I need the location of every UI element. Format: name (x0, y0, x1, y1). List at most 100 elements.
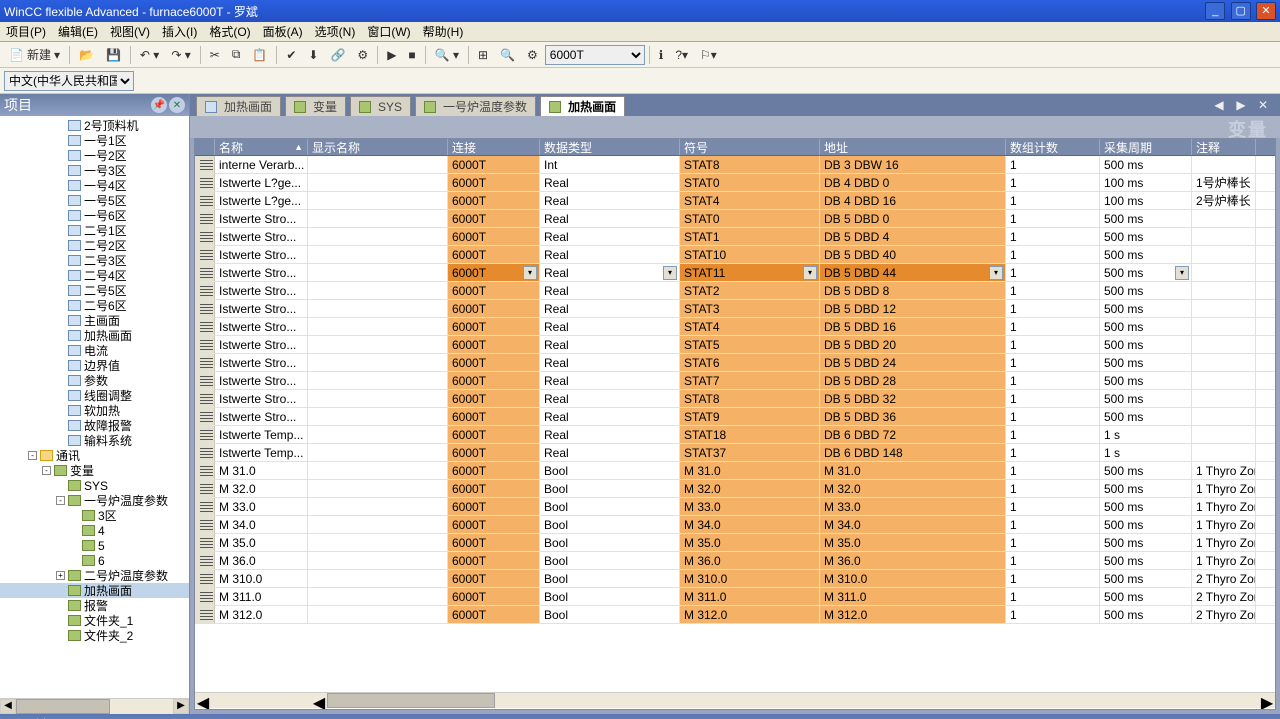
cell[interactable]: M 34.0 (680, 516, 820, 533)
tree-item[interactable]: 一号6区 (0, 208, 189, 223)
table-row[interactable]: Istwerte L?ge...6000TRealSTAT4DB 4 DBD 1… (195, 192, 1275, 210)
tree-item[interactable]: -一号炉温度参数 (0, 493, 189, 508)
tree-item[interactable]: 5 (0, 538, 189, 553)
cell[interactable]: Istwerte Stro... (215, 318, 308, 335)
cell[interactable] (308, 570, 448, 587)
cell[interactable]: 6000T (448, 336, 540, 353)
table-row[interactable]: Istwerte L?ge...6000TRealSTAT0DB 4 DBD 0… (195, 174, 1275, 192)
cell[interactable]: 500 ms (1100, 516, 1192, 533)
tree-item[interactable]: SYS (0, 478, 189, 493)
cell[interactable]: 500 ms (1100, 282, 1192, 299)
cell[interactable] (308, 354, 448, 371)
cell[interactable]: 6000T (448, 426, 540, 443)
cell[interactable]: 6000T (448, 588, 540, 605)
cell[interactable]: 500 ms (1100, 588, 1192, 605)
cell[interactable]: 1 Thyro Zone (1192, 462, 1256, 479)
cell[interactable]: Istwerte Stro... (215, 408, 308, 425)
cell[interactable]: Istwerte Stro... (215, 228, 308, 245)
row-header[interactable] (195, 444, 215, 461)
check-button[interactable]: ✔ (281, 46, 301, 64)
editor-tab[interactable]: 变量 (285, 96, 346, 116)
grid-hscroll[interactable]: ◀ ◀ ▶ (195, 692, 1275, 708)
cell[interactable]: Istwerte L?ge... (215, 192, 308, 209)
tree-item[interactable]: 二号1区 (0, 223, 189, 238)
cell[interactable]: 6000T (448, 210, 540, 227)
cell[interactable]: Real (540, 282, 680, 299)
cell[interactable]: 1 (1006, 282, 1100, 299)
dropdown-icon[interactable]: ▾ (989, 266, 1003, 280)
table-row[interactable]: M 34.06000TBoolM 34.0M 34.01500 ms1 Thyr… (195, 516, 1275, 534)
cell[interactable]: 1 (1006, 480, 1100, 497)
cell[interactable] (308, 444, 448, 461)
cell[interactable] (1192, 156, 1256, 173)
cell[interactable]: 500 ms (1100, 606, 1192, 623)
tree-item[interactable]: 边界值 (0, 358, 189, 373)
row-header[interactable] (195, 390, 215, 407)
cell[interactable]: 6000T (448, 300, 540, 317)
table-row[interactable]: Istwerte Stro...6000TRealSTAT8DB 5 DBD 3… (195, 390, 1275, 408)
cell[interactable]: 6000T (448, 156, 540, 173)
cell[interactable]: 1 (1006, 534, 1100, 551)
tree-item[interactable]: -通讯 (0, 448, 189, 463)
table-row[interactable]: M 310.06000TBoolM 310.0M 310.01500 ms2 T… (195, 570, 1275, 588)
cell[interactable] (1192, 426, 1256, 443)
cell[interactable]: STAT5 (680, 336, 820, 353)
row-header[interactable] (195, 372, 215, 389)
cell[interactable] (1192, 228, 1256, 245)
cell[interactable]: 1 (1006, 444, 1100, 461)
cell[interactable]: 500 ms▾ (1100, 264, 1192, 281)
cell[interactable]: interne Verarb... (215, 156, 308, 173)
cell[interactable]: M 32.0 (215, 480, 308, 497)
panel-close-icon[interactable]: ✕ (169, 97, 185, 113)
cell[interactable]: 1 Thyro Zone (1192, 480, 1256, 497)
language-combo[interactable]: 中文(中华人民共和国) (4, 71, 134, 91)
cut-button[interactable]: ✂ (205, 46, 225, 64)
column-header[interactable]: 数组计数 (1006, 139, 1100, 155)
cell[interactable]: Bool (540, 570, 680, 587)
cell[interactable]: 1 s (1100, 444, 1192, 461)
cell[interactable]: Real▾ (540, 264, 680, 281)
cell[interactable]: 1 (1006, 516, 1100, 533)
column-header[interactable]: 注释 (1192, 139, 1256, 155)
cell[interactable]: M 34.0 (820, 516, 1006, 533)
cell[interactable]: DB 5 DBD 20 (820, 336, 1006, 353)
cell[interactable] (308, 480, 448, 497)
cell[interactable]: STAT37 (680, 444, 820, 461)
cell[interactable]: Real (540, 444, 680, 461)
open-button[interactable]: 📂 (74, 46, 99, 64)
menu-item[interactable]: 项目(P) (0, 23, 52, 40)
settings-button[interactable]: ⚙ (522, 46, 543, 64)
cell[interactable] (1192, 390, 1256, 407)
cell[interactable]: 6000T (448, 174, 540, 191)
cell[interactable]: 1 (1006, 228, 1100, 245)
tree-item[interactable]: -变量 (0, 463, 189, 478)
cell[interactable]: DB 5 DBD 28 (820, 372, 1006, 389)
cell[interactable] (308, 210, 448, 227)
dropdown-icon[interactable]: ▾ (803, 266, 817, 280)
cell[interactable]: 1 (1006, 300, 1100, 317)
cell[interactable]: 1 (1006, 156, 1100, 173)
cell[interactable]: 2 Thyro Zone (1192, 606, 1256, 623)
cell[interactable]: 500 ms (1100, 246, 1192, 263)
cell[interactable]: DB 5 DBD 36 (820, 408, 1006, 425)
save-button[interactable]: 💾 (101, 46, 126, 64)
tree-item[interactable]: 一号5区 (0, 193, 189, 208)
cell[interactable] (308, 462, 448, 479)
cell[interactable] (1192, 408, 1256, 425)
cell[interactable]: 6000T (448, 516, 540, 533)
info-button[interactable]: ℹ (654, 46, 669, 64)
project-tree[interactable]: 2号顶料机一号1区一号2区一号3区一号4区一号5区一号6区二号1区二号2区二号3… (0, 116, 189, 698)
cell[interactable]: STAT3 (680, 300, 820, 317)
zoom-button[interactable]: 🔍 (495, 46, 520, 64)
cell[interactable] (1192, 246, 1256, 263)
cell[interactable]: 1 (1006, 246, 1100, 263)
table-row[interactable]: M 312.06000TBoolM 312.0M 312.01500 ms2 T… (195, 606, 1275, 624)
cell[interactable]: 500 ms (1100, 534, 1192, 551)
tree-item[interactable]: 线圈调整 (0, 388, 189, 403)
cell[interactable]: 1 (1006, 264, 1100, 281)
table-row[interactable]: Istwerte Stro...6000TRealSTAT1DB 5 DBD 4… (195, 228, 1275, 246)
cell[interactable]: 1 (1006, 318, 1100, 335)
cell[interactable]: 6000T (448, 570, 540, 587)
cell[interactable]: Istwerte Temp... (215, 426, 308, 443)
row-header[interactable] (195, 264, 215, 281)
